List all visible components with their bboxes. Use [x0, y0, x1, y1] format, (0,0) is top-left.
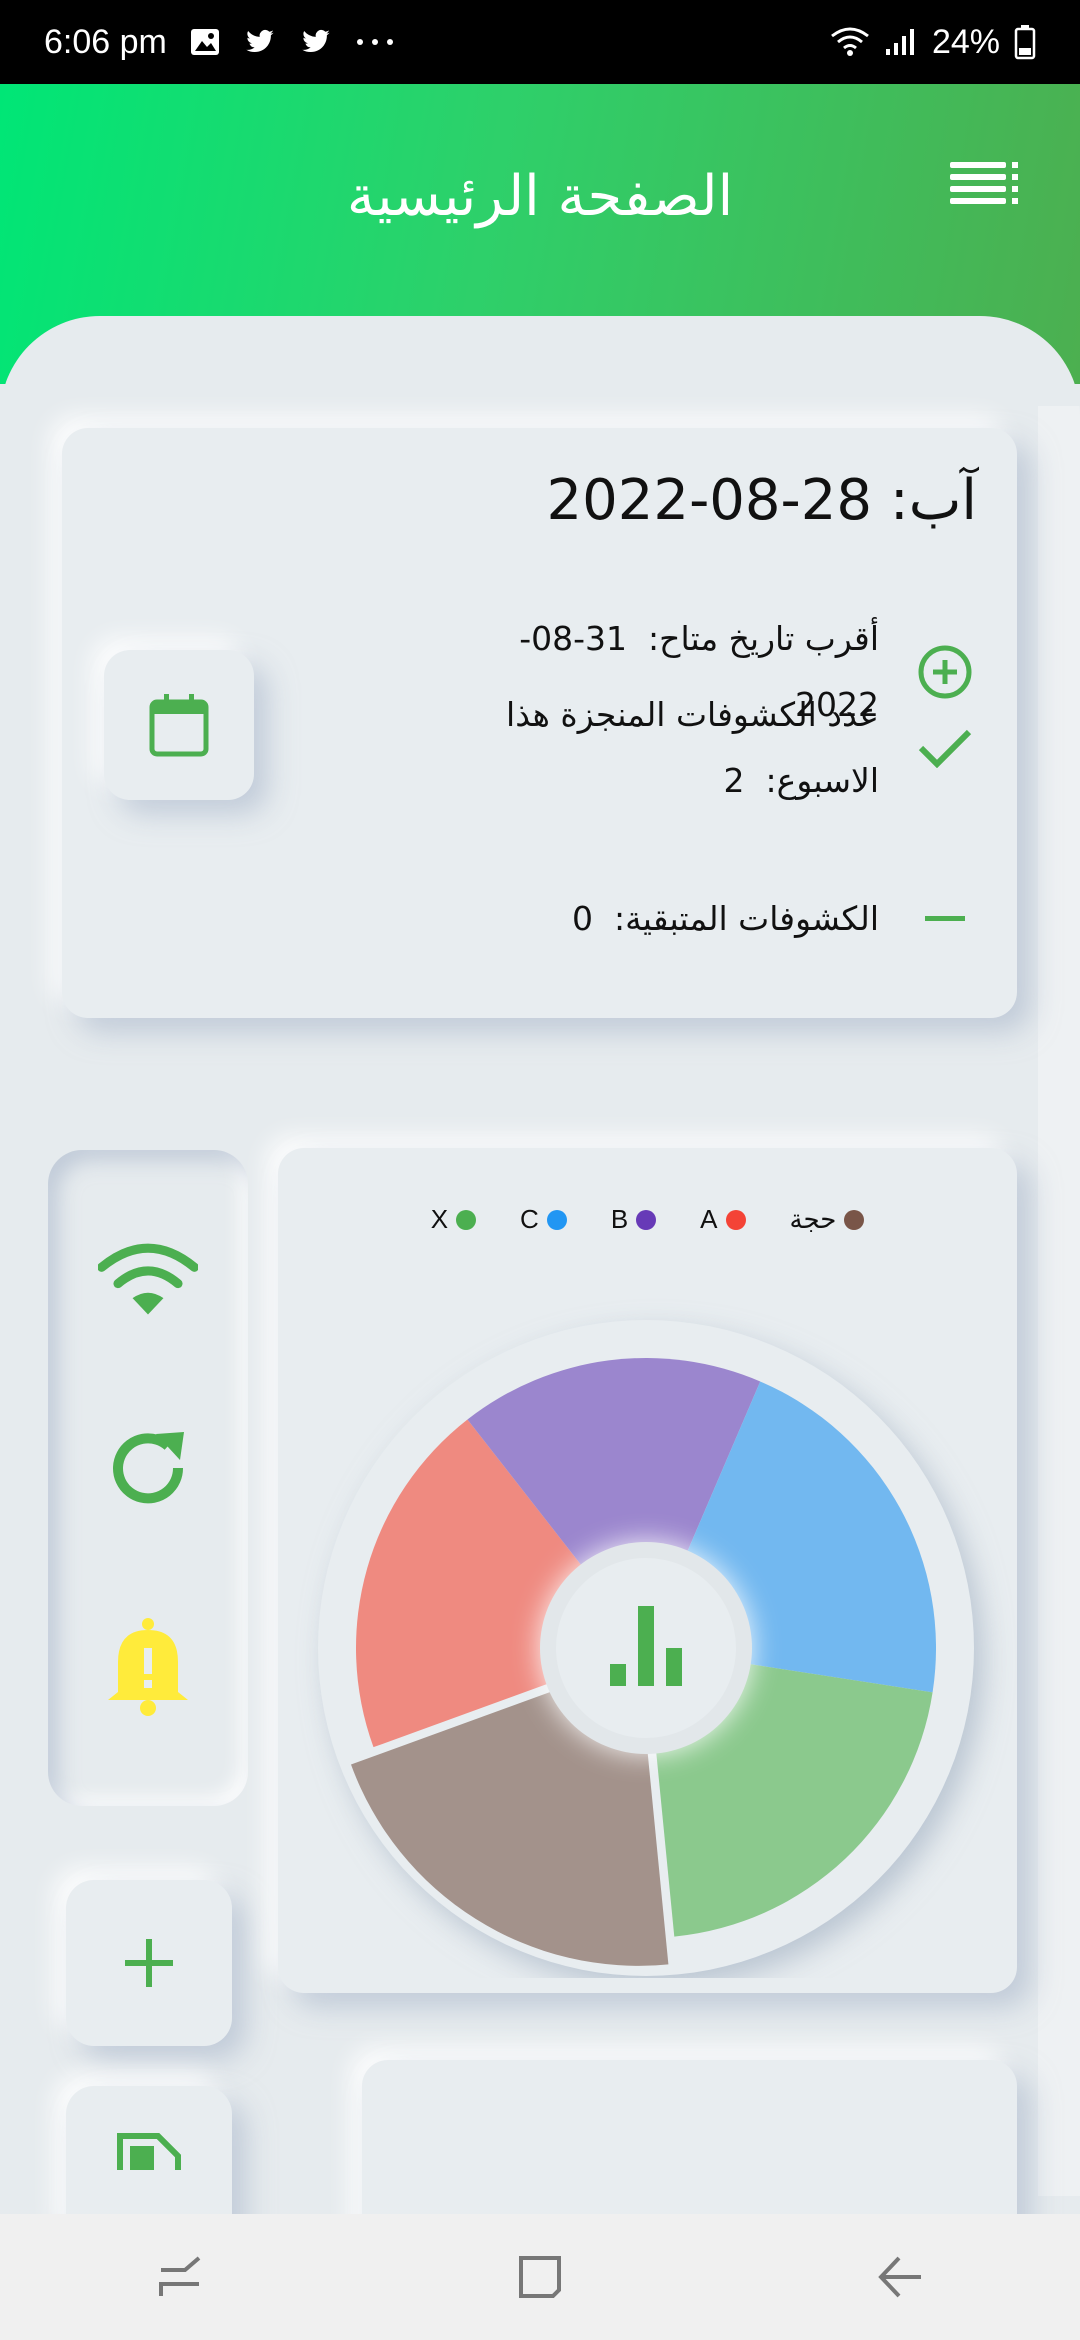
home-icon — [519, 2256, 561, 2298]
week-done-value: 2 — [723, 761, 745, 800]
remaining-value: 0 — [572, 899, 594, 938]
recent-apps-button[interactable] — [120, 2227, 240, 2327]
main-content: آب: 28-08-2022 أقرب تاريخ متاح: 31-08-20… — [0, 316, 1080, 2216]
legend-item: B — [610, 1204, 657, 1235]
legend-item: C — [520, 1204, 567, 1235]
status-bar: 6:06 pm 24% — [0, 0, 1080, 84]
wifi-button[interactable] — [98, 1230, 198, 1330]
legend-dot — [844, 1209, 865, 1230]
legend-label: B — [610, 1204, 629, 1234]
week-done-label: عدد الكشوفات المنجزة هذا الاسبوع: — [506, 695, 879, 800]
legend-item: حجة — [790, 1204, 865, 1235]
battery-percent: 24% — [931, 22, 1000, 61]
twitter-icon — [302, 29, 330, 53]
bell-icon — [108, 1618, 188, 1716]
legend-dot — [546, 1209, 567, 1230]
document-icon — [117, 2133, 181, 2170]
chart-card: X C B A حجة — [278, 1148, 1017, 1993]
next-available-label: أقرب تاريخ متاح: — [648, 619, 879, 658]
legend-dot — [636, 1209, 657, 1230]
due-value: 28-08-2022 — [546, 468, 873, 533]
secondary-card — [362, 2060, 1017, 2216]
notifications-button[interactable] — [98, 1616, 198, 1716]
more-icon — [356, 39, 393, 45]
summary-card: آب: 28-08-2022 أقرب تاريخ متاح: 31-08-20… — [62, 428, 1017, 1018]
add-button[interactable] — [66, 1880, 232, 2046]
recents-icon — [159, 2256, 201, 2296]
signal-icon — [885, 29, 914, 55]
legend-item: X — [430, 1204, 477, 1235]
menu-icon[interactable] — [950, 160, 1020, 206]
status-time: 6:06 pm — [44, 22, 167, 61]
calendar-button[interactable] — [104, 650, 254, 800]
bar-chart-icon-bar — [638, 1606, 654, 1686]
wifi-icon — [98, 1243, 198, 1315]
scroll-edge — [1038, 406, 1080, 2196]
pie-chart — [318, 1320, 974, 1976]
back-button[interactable] — [840, 2227, 960, 2327]
chart-legend: X C B A حجة — [278, 1204, 1017, 1235]
remaining-label: الكشوفات المتبقية: — [614, 899, 879, 938]
refresh-icon — [113, 1432, 184, 1504]
page-title: الصفحة الرئيسية — [346, 164, 734, 229]
legend-dot — [725, 1209, 746, 1230]
legend-dot — [456, 1209, 477, 1230]
legend-label: A — [700, 1204, 718, 1234]
legend-label: حجة — [789, 1204, 837, 1234]
legend-item: A — [700, 1204, 746, 1235]
system-nav-bar — [0, 2214, 1080, 2340]
twitter-icon — [246, 29, 274, 53]
documents-button[interactable] — [66, 2086, 232, 2216]
gallery-icon — [190, 29, 219, 55]
plus-icon — [125, 1939, 173, 1987]
quick-actions-panel — [48, 1150, 248, 1806]
legend-label: C — [520, 1204, 539, 1234]
bar-chart-icon-bar — [666, 1648, 682, 1686]
wifi-status-icon — [831, 27, 869, 56]
refresh-button[interactable] — [98, 1418, 198, 1518]
remaining-row: الكشوفات المتبقية: 0 — [439, 886, 977, 952]
legend-label: X — [430, 1204, 449, 1234]
due-date: آب: 28-08-2022 — [547, 468, 977, 533]
due-label: آب: — [889, 468, 977, 533]
home-button[interactable] — [480, 2227, 600, 2327]
check-icon — [918, 729, 972, 768]
battery-icon — [1014, 25, 1036, 60]
week-done-row: عدد الكشوفات المنجزة هذا الاسبوع: 2 — [439, 682, 977, 814]
bar-chart-icon-bar — [610, 1664, 626, 1686]
back-arrow-icon — [878, 2256, 921, 2298]
calendar-icon — [149, 694, 209, 757]
minus-icon — [925, 916, 965, 921]
